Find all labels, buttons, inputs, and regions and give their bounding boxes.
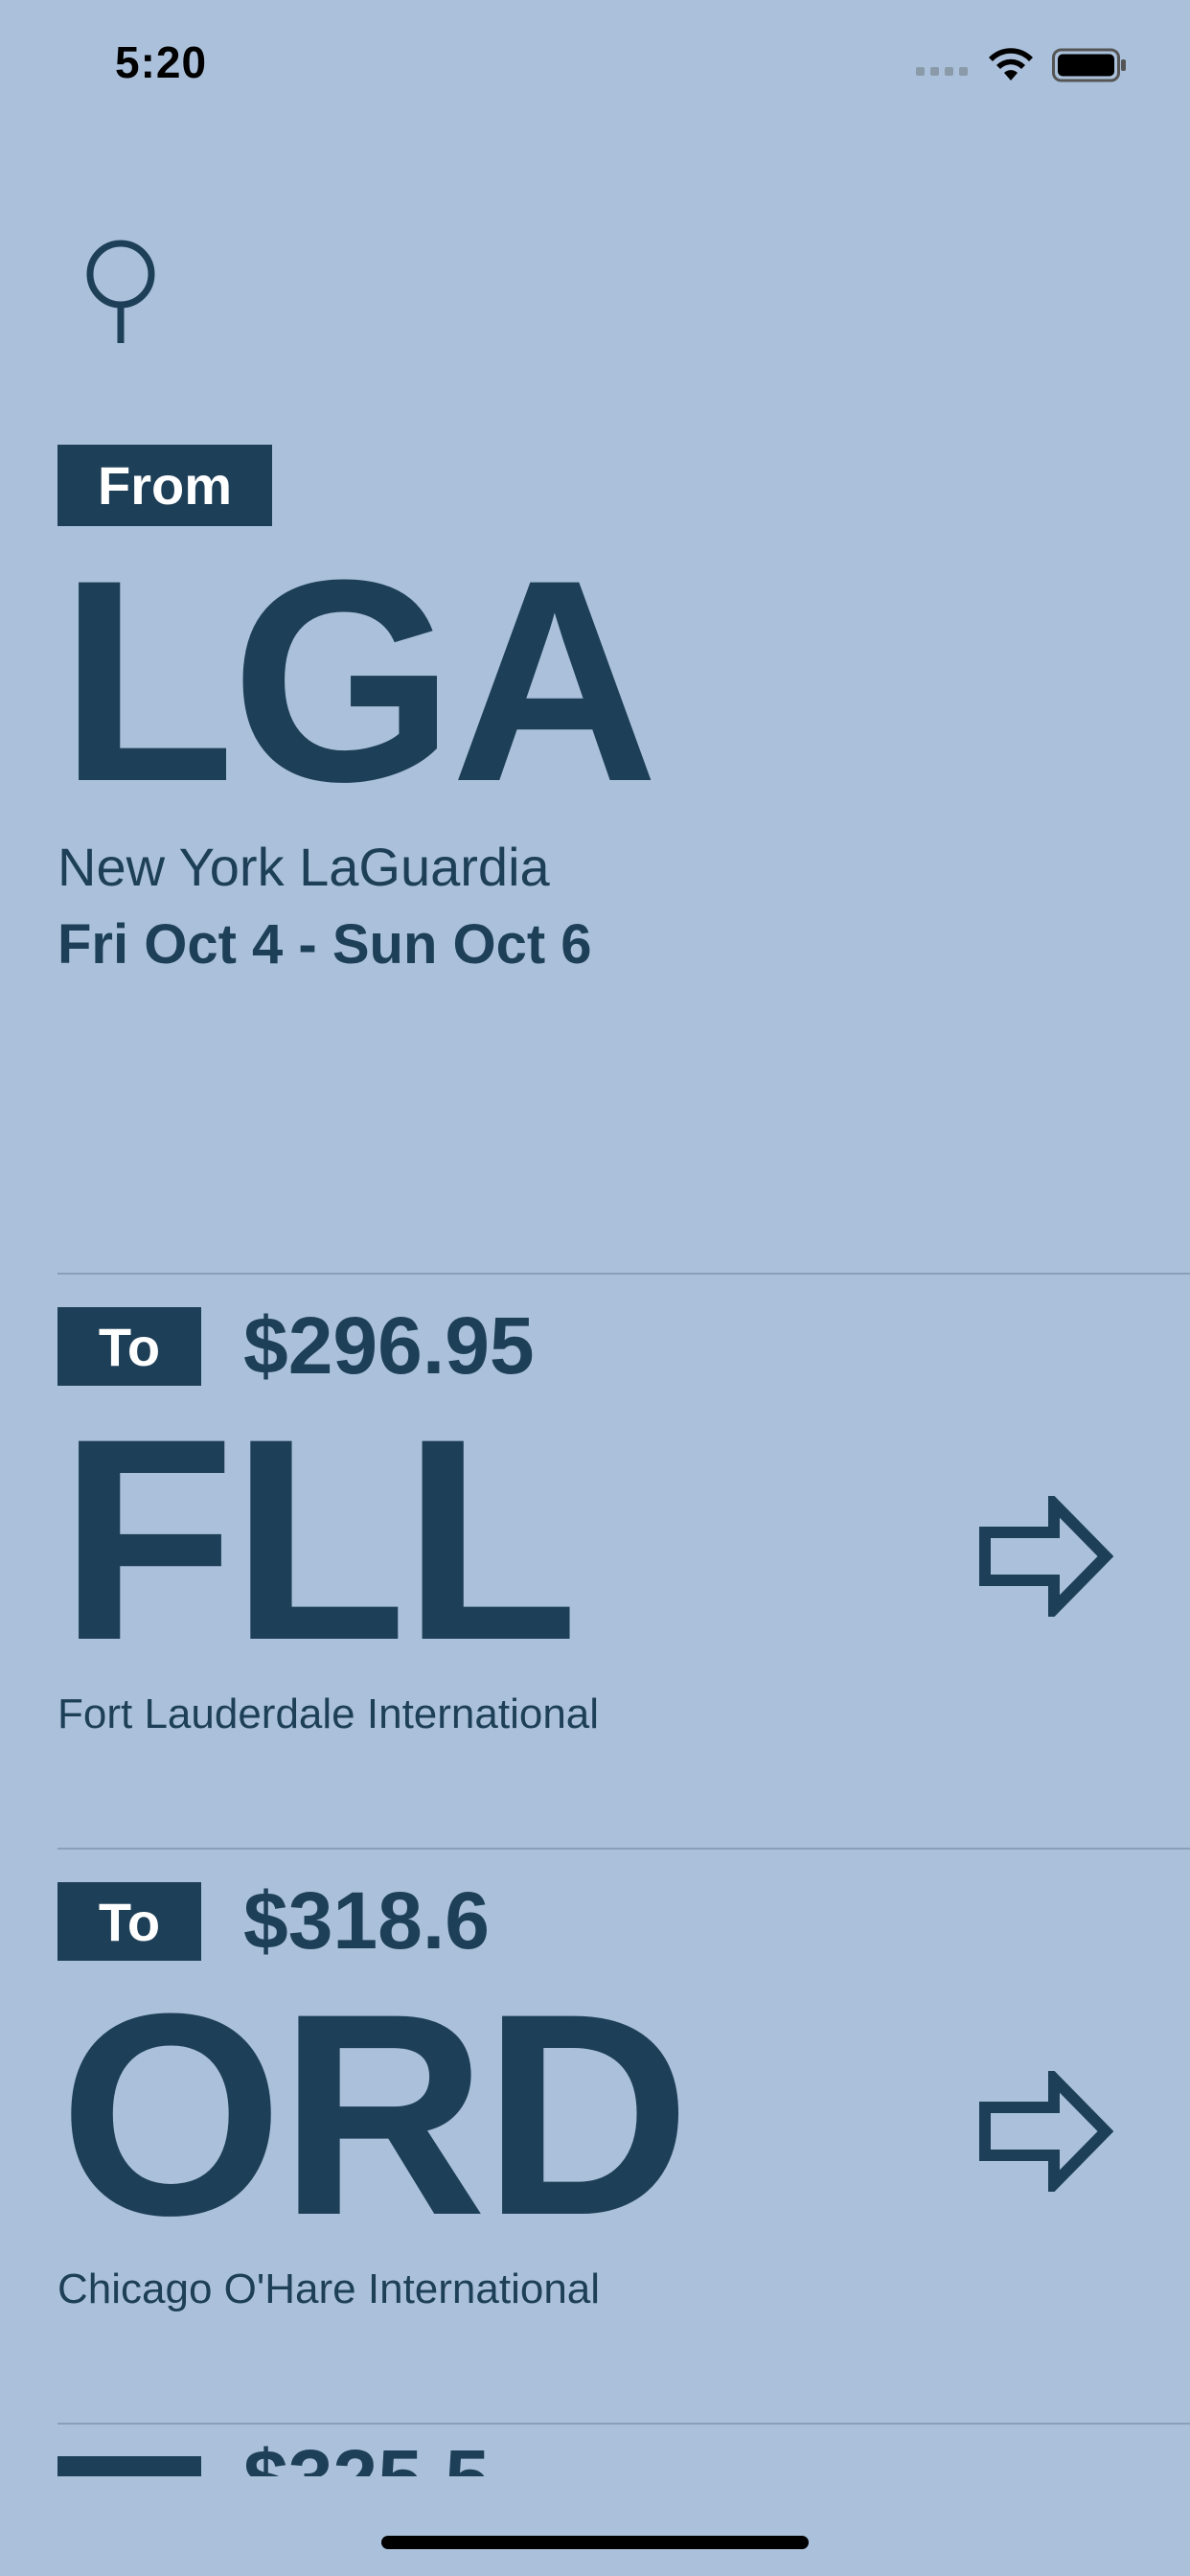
battery-icon [1052,48,1126,82]
to-tag: To [57,2456,201,2476]
wifi-icon [989,48,1033,80]
trip-dates: Fri Oct 4 - Sun Oct 6 [57,913,592,976]
destination-price: $325.5 [243,2432,490,2476]
to-tag: To [57,1307,201,1386]
destination-airport-code: ORD [59,1953,691,2275]
arrow-right-icon[interactable] [979,1496,1113,1617]
from-tag: From [57,445,272,526]
arrow-right-icon[interactable] [979,2071,1113,2192]
destination-row-partial[interactable]: To $325.5 [0,2426,1190,2476]
status-time: 5:20 [115,37,208,87]
home-indicator[interactable] [381,2536,809,2549]
destination-airport-code: FLL [59,1378,579,1700]
to-tag: To [57,1882,201,1961]
destination-airport-name: Fort Lauderdale International [57,1690,600,1737]
divider [57,1848,1190,1850]
destination-airport-name: Chicago O'Hare International [57,2266,601,2312]
origin-airport-code: LGA [59,519,658,841]
divider [57,1273,1190,1275]
divider [57,2423,1190,2425]
location-pin-icon[interactable] [84,240,157,347]
origin-airport-name: New York LaGuardia [57,837,550,897]
cellular-signal-icon [916,67,968,76]
status-bar: 5:20 [0,0,1190,126]
